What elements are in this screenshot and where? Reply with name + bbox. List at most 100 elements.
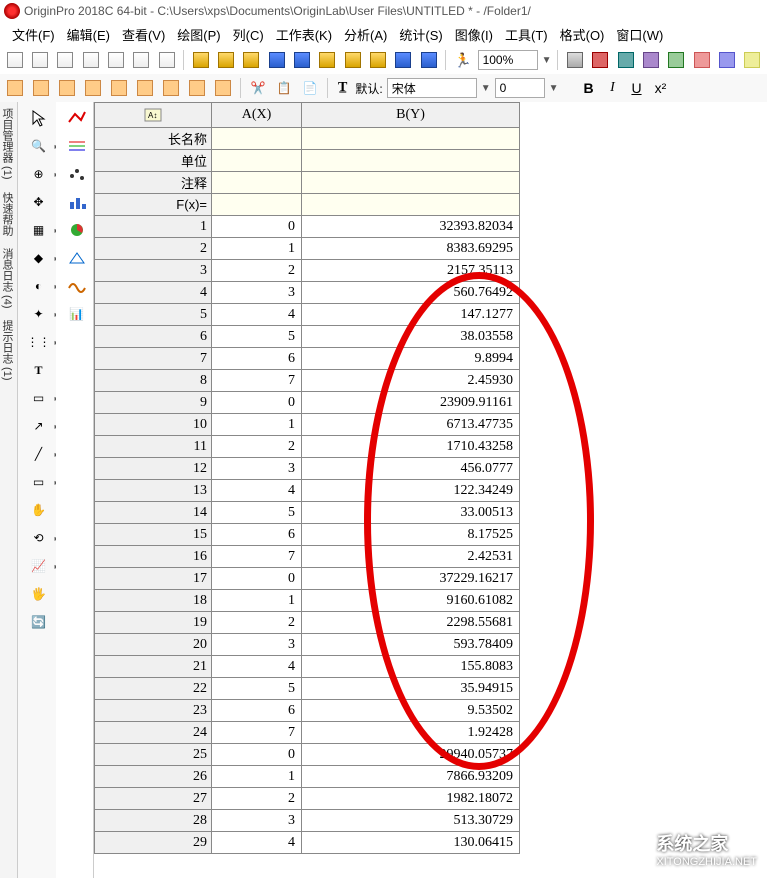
cell-a[interactable]: 1 — [212, 590, 302, 612]
draw-data-icon[interactable]: ✦▸ — [27, 302, 51, 326]
menu-plot[interactable]: 绘图(P) — [171, 23, 226, 46]
row-header[interactable]: 27 — [94, 788, 212, 810]
zoom-combo[interactable] — [478, 50, 538, 70]
cell-b[interactable]: 2.42531 — [302, 546, 520, 568]
cell-a[interactable]: 3 — [212, 458, 302, 480]
cell-a[interactable]: 4 — [212, 480, 302, 502]
ws-tool-4-icon[interactable] — [82, 77, 104, 99]
save-icon[interactable] — [266, 49, 287, 71]
save-project-icon[interactable] — [393, 49, 414, 71]
row-header[interactable]: 26 — [94, 766, 212, 788]
cell-b[interactable]: 38.03558 — [302, 326, 520, 348]
font-size-combo[interactable] — [495, 78, 545, 98]
row-header[interactable]: 23 — [94, 700, 212, 722]
cell-b[interactable]: 2298.55681 — [302, 612, 520, 634]
menu-worksheet[interactable]: 工作表(K) — [270, 23, 338, 46]
insert-graph-icon[interactable]: 📈▸ — [27, 554, 51, 578]
export-icon[interactable] — [418, 49, 439, 71]
column-header-a[interactable]: A(X) — [212, 102, 302, 128]
save-template-icon[interactable] — [291, 49, 312, 71]
layout-icon[interactable] — [716, 49, 737, 71]
side-tab-project-manager[interactable]: 项目管理器 (1) — [0, 102, 17, 186]
cell-b[interactable]: 29940.05737 — [302, 744, 520, 766]
row-header[interactable]: 2 — [94, 238, 212, 260]
cell-a[interactable]: 3 — [212, 634, 302, 656]
cell-b[interactable]: 513.30729 — [302, 810, 520, 832]
cut-icon[interactable]: ✂️ — [247, 77, 269, 99]
ws-tool-2-icon[interactable] — [30, 77, 52, 99]
cell-a[interactable]: 2 — [212, 260, 302, 282]
cell-b[interactable]: 23909.91161 — [302, 392, 520, 414]
meta-cell-units-a[interactable] — [212, 150, 302, 172]
cell-b[interactable]: 9160.61082 — [302, 590, 520, 612]
arrow-tool-icon[interactable]: ↗▸ — [27, 414, 51, 438]
recalculate-icon[interactable]: 🏃 — [452, 49, 473, 71]
side-tab-quick-help[interactable]: 快速帮助 — [0, 186, 17, 242]
line-tool-icon[interactable]: ╱▸ — [27, 442, 51, 466]
bold-button[interactable]: B — [579, 80, 599, 96]
roi-tool-icon[interactable]: ⋮⋮▸ — [27, 330, 51, 354]
cell-a[interactable]: 6 — [212, 524, 302, 546]
cell-a[interactable]: 7 — [212, 546, 302, 568]
line-plot-icon[interactable] — [65, 106, 89, 130]
cell-a[interactable]: 7 — [212, 370, 302, 392]
panel-icon[interactable] — [691, 49, 712, 71]
new-project-icon[interactable] — [4, 49, 25, 71]
pan-tool-icon[interactable]: ✋ — [27, 498, 51, 522]
insert-object-icon[interactable]: 🖐 — [27, 582, 51, 606]
row-header[interactable]: 3 — [94, 260, 212, 282]
row-header[interactable]: 8 — [94, 370, 212, 392]
row-header[interactable]: 22 — [94, 678, 212, 700]
import-single-icon[interactable] — [342, 49, 363, 71]
cell-b[interactable]: 35.94915 — [302, 678, 520, 700]
cell-b[interactable]: 37229.16217 — [302, 568, 520, 590]
surface-plot-icon[interactable] — [65, 274, 89, 298]
cell-b[interactable]: 560.76492 — [302, 282, 520, 304]
row-header[interactable]: 25 — [94, 744, 212, 766]
cell-b[interactable]: 130.06415 — [302, 832, 520, 854]
cell-b[interactable]: 8.17525 — [302, 524, 520, 546]
row-header[interactable]: 14 — [94, 502, 212, 524]
cell-a[interactable]: 0 — [212, 568, 302, 590]
row-header[interactable]: 12 — [94, 458, 212, 480]
cell-a[interactable]: 0 — [212, 216, 302, 238]
refresh-icon[interactable] — [666, 49, 687, 71]
print-icon[interactable] — [564, 49, 585, 71]
menu-image[interactable]: 图像(I) — [449, 23, 499, 46]
apps-icon[interactable] — [742, 49, 763, 71]
cell-b[interactable]: 456.0777 — [302, 458, 520, 480]
cell-a[interactable]: 4 — [212, 832, 302, 854]
row-header[interactable]: 11 — [94, 436, 212, 458]
text-tool-icon[interactable]: T — [27, 358, 51, 382]
region-tool-icon[interactable]: ◐▸ — [27, 274, 51, 298]
meta-cell-comments-a[interactable] — [212, 172, 302, 194]
row-header[interactable]: 13 — [94, 480, 212, 502]
rescale-tool-icon[interactable]: ⟲▸ — [27, 526, 51, 550]
menu-view[interactable]: 查看(V) — [116, 23, 171, 46]
menu-tools[interactable]: 工具(T) — [499, 23, 554, 46]
reader-tool-icon[interactable]: ⊕▸ — [27, 162, 51, 186]
cell-b[interactable]: 8383.69295 — [302, 238, 520, 260]
row-header[interactable]: 1 — [94, 216, 212, 238]
template-plot-icon[interactable]: 📊 — [65, 302, 89, 326]
side-tab-hint-log[interactable]: 提示日志 (1) — [0, 314, 17, 387]
row-header[interactable]: 19 — [94, 612, 212, 634]
column-plot-icon[interactable] — [65, 190, 89, 214]
ws-tool-9-icon[interactable] — [212, 77, 234, 99]
row-header[interactable]: 17 — [94, 568, 212, 590]
font-combo[interactable] — [387, 78, 477, 98]
cell-a[interactable]: 1 — [212, 238, 302, 260]
cell-a[interactable]: 6 — [212, 700, 302, 722]
cell-a[interactable]: 3 — [212, 282, 302, 304]
screen-reader-icon[interactable]: ✥ — [27, 190, 51, 214]
cell-b[interactable]: 2.45930 — [302, 370, 520, 392]
cell-a[interactable]: 2 — [212, 612, 302, 634]
pie-plot-icon[interactable] — [65, 218, 89, 242]
row-header[interactable]: 21 — [94, 656, 212, 678]
side-tab-message-log[interactable]: 消息日志 (4) — [0, 242, 17, 315]
menu-column[interactable]: 列(C) — [227, 23, 270, 46]
cell-a[interactable]: 2 — [212, 788, 302, 810]
meta-cell-fx-a[interactable] — [212, 194, 302, 216]
cell-a[interactable]: 4 — [212, 304, 302, 326]
cell-b[interactable]: 1982.18072 — [302, 788, 520, 810]
